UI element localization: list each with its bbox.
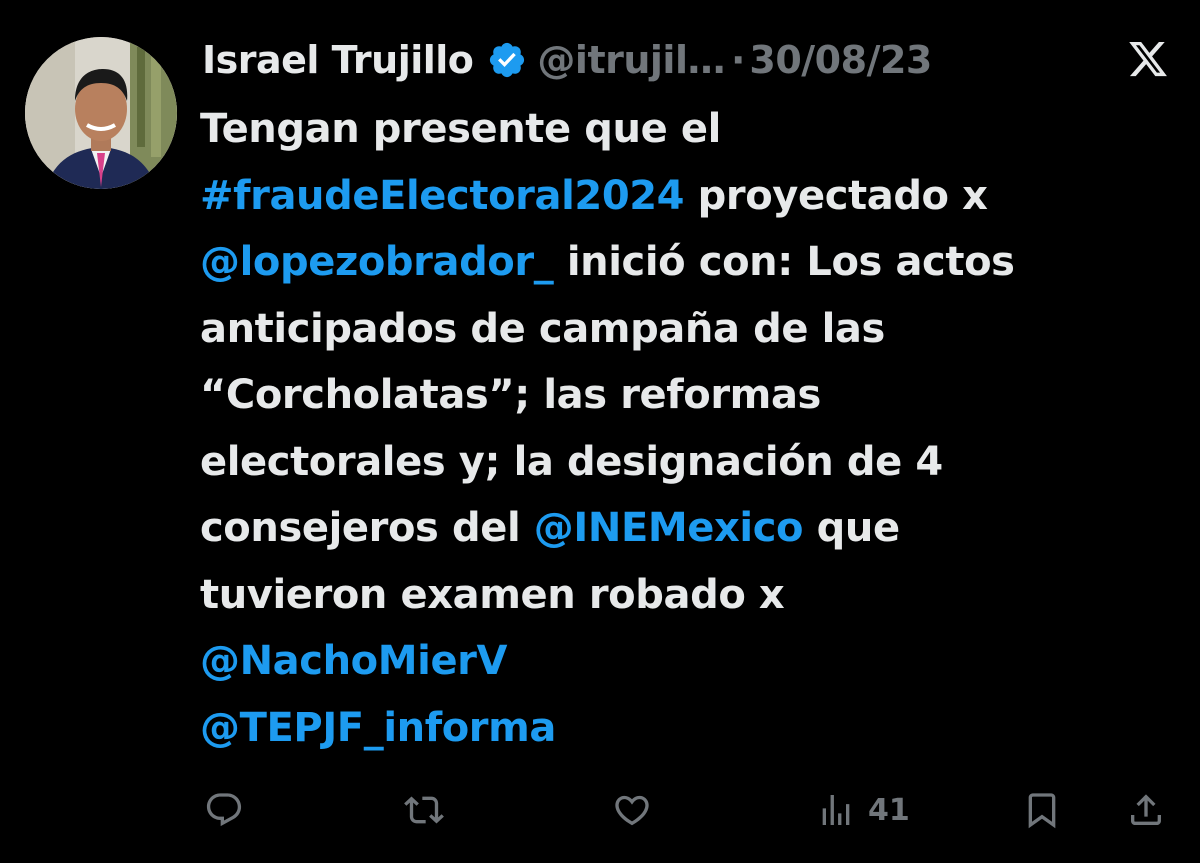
mention-link[interactable]: @TEPJF_informa xyxy=(200,705,556,751)
mention-link[interactable]: @lopezobrador_ xyxy=(200,239,554,285)
retweet-icon xyxy=(404,796,444,824)
avatar[interactable] xyxy=(25,37,177,189)
tweet-line: @NachoMierV xyxy=(200,628,1190,695)
share-icon xyxy=(1131,794,1161,825)
tweet-date[interactable]: 30/08/23 xyxy=(749,38,932,82)
tweet-header: Israel Trujillo @itrujil… · 30/08/23 xyxy=(202,32,932,88)
tweet-text-segment: proyectado x xyxy=(684,172,988,219)
bookmark-button[interactable] xyxy=(1022,790,1062,830)
tweet-line: @TEPJF_informa xyxy=(200,695,1190,762)
share-button[interactable] xyxy=(1126,790,1166,830)
views-button[interactable]: 41 xyxy=(816,790,910,830)
tweet-line: electorales y; la designación de 4 xyxy=(200,429,1190,496)
x-logo-icon[interactable] xyxy=(1126,38,1170,80)
tweet-text: Tengan presente que el #fraudeElectoral20… xyxy=(200,96,1190,761)
like-button[interactable] xyxy=(612,790,652,830)
tweet-text-segment: anticipados de campaña de las xyxy=(200,305,885,352)
tweet-line: Tengan presente que el xyxy=(200,96,1190,163)
like-icon xyxy=(615,795,649,826)
tweet-line: tuvieron examen robado x xyxy=(200,562,1190,629)
views-icon xyxy=(822,795,850,825)
header-separator: · xyxy=(730,38,746,82)
tweet-line: #fraudeElectoral2024 proyectado x xyxy=(200,163,1190,230)
tweet-text-segment: Tengan presente que el xyxy=(200,106,721,152)
tweet-text-segment: consejeros del xyxy=(200,505,534,551)
action-bar: 41 xyxy=(0,780,1200,840)
author-name[interactable]: Israel Trujillo xyxy=(202,38,474,82)
mention-link[interactable]: @INEMexico xyxy=(534,505,804,551)
tweet-text-segment: electorales y; la designación de 4 xyxy=(200,438,943,485)
tweet-line: “Corcholatas”; las reformas xyxy=(200,362,1190,429)
tweet-line: @lopezobrador_ inició con: Los actos xyxy=(200,229,1190,296)
author-handle[interactable]: @itrujil… xyxy=(537,38,725,82)
bookmark-icon xyxy=(1028,793,1056,829)
mention-link[interactable]: @NachoMierV xyxy=(200,638,507,684)
tweet-text-segment: tuvieron examen robado x xyxy=(200,571,785,618)
tweet-text-segment: “Corcholatas”; las reformas xyxy=(200,372,821,418)
tweet-text-segment: que xyxy=(803,505,900,551)
hashtag-link[interactable]: #fraudeElectoral2024 xyxy=(200,173,685,219)
tweet-line: consejeros del @INEMexico que xyxy=(200,495,1190,562)
reply-icon xyxy=(206,793,242,827)
verified-badge-icon xyxy=(490,42,525,78)
avatar-photo xyxy=(25,37,177,189)
reply-button[interactable] xyxy=(204,790,244,830)
views-count: 41 xyxy=(868,792,910,828)
tweet-line: anticipados de campaña de las xyxy=(200,296,1190,363)
retweet-button[interactable] xyxy=(404,790,444,830)
tweet-text-segment: inició con: Los actos xyxy=(553,239,1015,285)
